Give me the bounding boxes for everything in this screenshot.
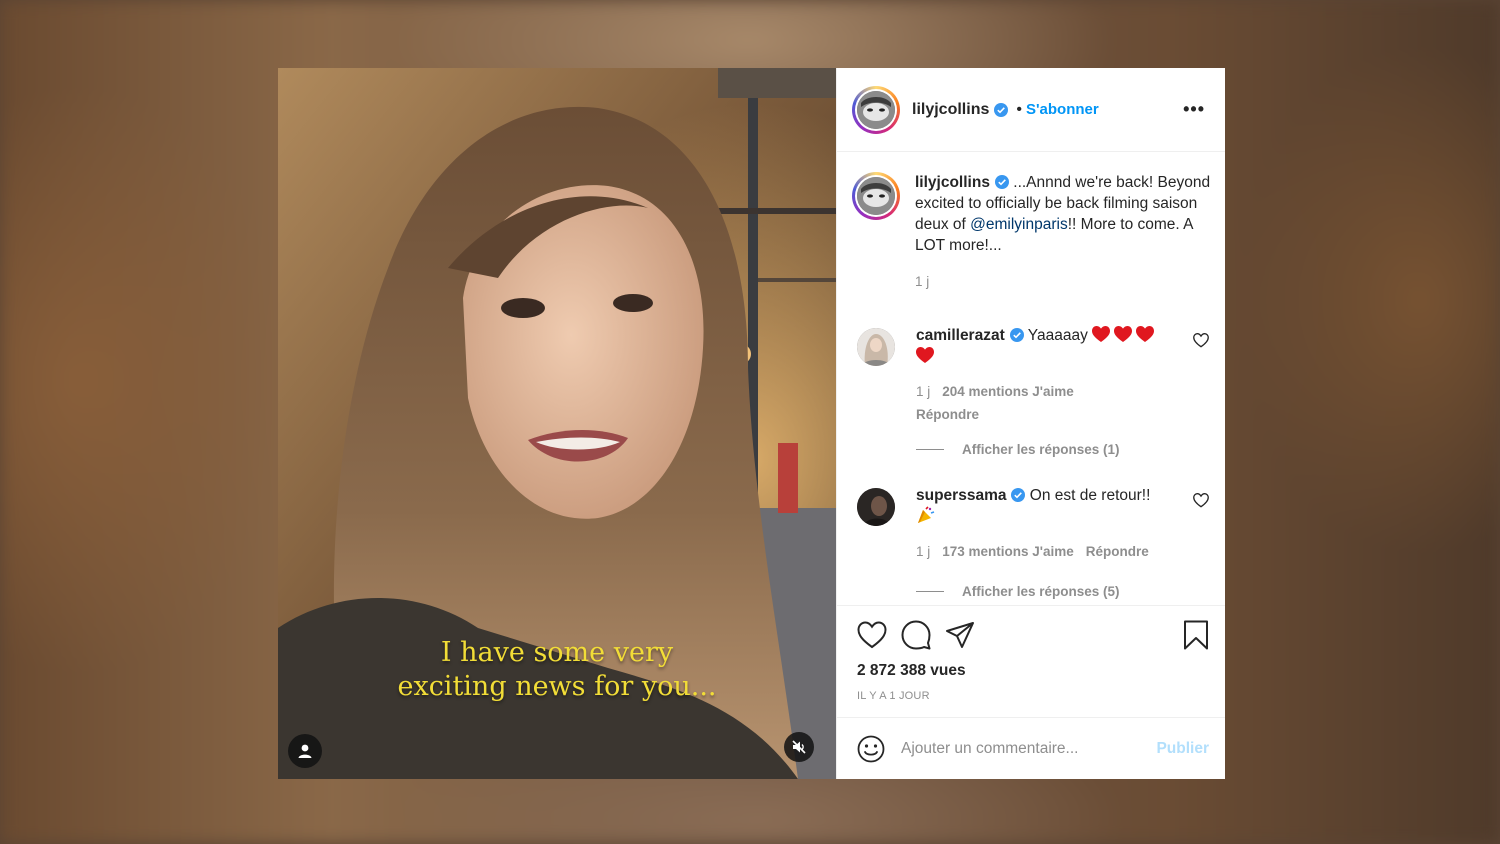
like-button[interactable]	[857, 621, 887, 649]
verified-badge-icon	[994, 175, 1009, 189]
avatar-image	[857, 328, 895, 366]
more-options-button[interactable]: •••	[1179, 99, 1209, 120]
red-heart-emoji	[1114, 326, 1133, 342]
post-timestamp[interactable]: IL Y A 1 JOUR	[857, 690, 1209, 702]
red-heart-emoji	[1092, 326, 1111, 342]
comment-text: Yaaaaay	[1027, 327, 1088, 344]
verified-badge-icon	[994, 102, 1009, 117]
publish-button[interactable]: Publier	[1156, 740, 1209, 758]
user-icon	[298, 744, 312, 758]
reply-button[interactable]: Répondre	[1086, 544, 1149, 559]
comment-username[interactable]: superssama	[916, 487, 1006, 504]
comment-username[interactable]: camillerazat	[916, 327, 1005, 344]
caption-body: lilyjcollins ...Annnd we're back! Beyond…	[915, 172, 1211, 292]
comment-button[interactable]	[901, 620, 931, 650]
avatar[interactable]	[857, 328, 895, 366]
comment-item: camillerazat Yaaaaay 1 j 204 mentions J'a…	[857, 325, 1211, 425]
story-ring-avatar[interactable]	[852, 85, 900, 134]
follow-button[interactable]: S'abonner	[1026, 101, 1099, 118]
view-replies-label: Afficher les réponses (1)	[962, 442, 1120, 457]
caption-avatar[interactable]	[852, 172, 900, 220]
heart-icon	[857, 621, 887, 649]
avatar	[857, 90, 895, 129]
party-popper-emoji	[918, 506, 935, 523]
comment-likes[interactable]: 204 mentions J'aime	[942, 384, 1074, 399]
post-video[interactable]: I have some very exciting news for you..…	[278, 68, 836, 779]
view-replies-button[interactable]: Afficher les réponses (5)	[916, 584, 1120, 599]
tagged-users-button[interactable]	[288, 734, 322, 768]
video-subtitle: I have some very exciting news for you..…	[278, 636, 836, 704]
comment-icon	[901, 620, 931, 650]
video-subtitle-line-2: exciting news for you...	[397, 671, 717, 702]
post-side-panel: lilyjcollins • S'abonner ••• lilyjcollin…	[836, 68, 1225, 779]
comment-time[interactable]: 1 j	[916, 384, 930, 399]
post-header: lilyjcollins • S'abonner •••	[837, 68, 1225, 152]
verified-badge-icon	[1011, 488, 1026, 502]
caption-username[interactable]: lilyjcollins	[915, 174, 990, 191]
comment-text: On est de retour!!	[1029, 487, 1151, 504]
reply-button[interactable]: Répondre	[916, 407, 979, 422]
comment-time[interactable]: 1 j	[916, 544, 930, 559]
avatar	[857, 177, 895, 215]
like-comment-heart-icon[interactable]	[1193, 493, 1209, 508]
bookmark-icon	[1184, 620, 1208, 650]
share-icon	[946, 622, 974, 648]
comment-body: camillerazat Yaaaaay 1 j 204 mentions J'a…	[916, 325, 1211, 425]
red-heart-emoji	[916, 347, 934, 363]
view-replies-button[interactable]: Afficher les réponses (1)	[916, 442, 1120, 457]
smiley-icon	[857, 735, 885, 762]
share-button[interactable]	[945, 621, 975, 649]
red-heart-emoji	[1136, 326, 1155, 342]
instagram-post-modal: I have some very exciting news for you..…	[278, 68, 1225, 779]
comment-body: superssama On est de retour!! 1 j 173 men…	[916, 485, 1211, 562]
like-comment-heart-icon[interactable]	[1193, 333, 1209, 348]
header-username[interactable]: lilyjcollins	[912, 101, 989, 119]
avatar[interactable]	[857, 488, 895, 526]
video-subtitle-line-1: I have some very	[440, 637, 674, 668]
comments-list[interactable]: lilyjcollins ...Annnd we're back! Beyond…	[837, 152, 1225, 605]
header-separator: •	[1016, 100, 1022, 118]
avatar-image	[857, 488, 895, 526]
replies-divider-line	[916, 449, 944, 450]
action-icons-row	[857, 618, 1209, 652]
add-comment-bar: Publier	[837, 717, 1225, 779]
emoji-picker-button[interactable]	[857, 735, 885, 763]
view-count[interactable]: 2 872 388 vues	[857, 662, 1209, 680]
muted-speaker-icon	[792, 740, 806, 754]
view-replies-label: Afficher les réponses (5)	[962, 584, 1120, 599]
save-button[interactable]	[1183, 620, 1209, 650]
post-actions: 2 872 388 vues IL Y A 1 JOUR	[837, 605, 1225, 717]
mention-link[interactable]: @emilyinparis	[970, 216, 1068, 233]
caption-comment: lilyjcollins ...Annnd we're back! Beyond…	[852, 172, 1211, 292]
mute-toggle-button[interactable]	[784, 732, 814, 762]
replies-divider-line	[916, 591, 944, 592]
caption-time[interactable]: 1 j	[915, 274, 929, 289]
comment-input[interactable]	[901, 739, 1157, 758]
avatar-image	[857, 177, 895, 215]
avatar-image	[857, 90, 895, 129]
comment-item: superssama On est de retour!! 1 j 173 men…	[857, 485, 1211, 562]
verified-badge-icon	[1009, 328, 1024, 342]
comment-likes[interactable]: 173 mentions J'aime	[942, 544, 1074, 559]
